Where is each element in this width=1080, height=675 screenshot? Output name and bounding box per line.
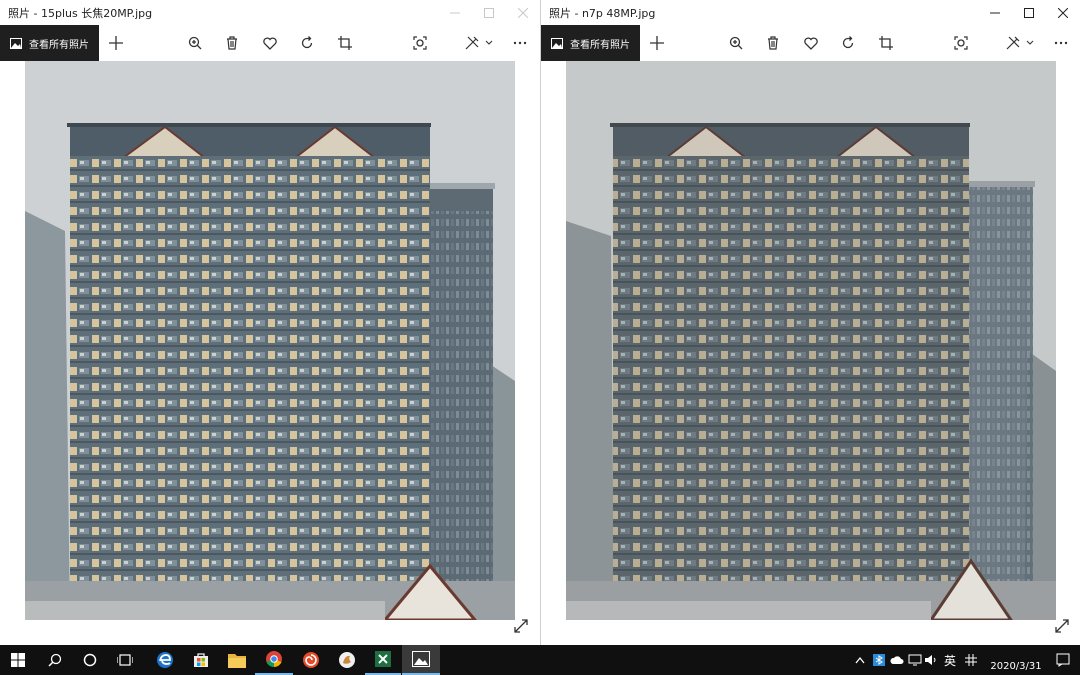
edge-icon[interactable] (147, 645, 183, 675)
photos-window-right: 照片 - n7p 48MP.jpg 查看所有照片 (540, 0, 1080, 645)
photo-image[interactable] (566, 61, 1056, 620)
view-all-label: 查看所有照片 (29, 39, 89, 51)
rotate-icon[interactable] (834, 29, 862, 57)
search-icon[interactable] (38, 645, 72, 675)
store-icon[interactable] (183, 645, 219, 675)
edit-icon[interactable] (1003, 29, 1037, 57)
favorite-icon[interactable] (797, 29, 825, 57)
windows-logo-icon (11, 653, 25, 667)
delete-icon[interactable] (759, 29, 787, 57)
watermark: 值 什么值得买 (911, 632, 1071, 645)
more-icon[interactable] (506, 29, 534, 57)
volume-icon[interactable] (922, 645, 940, 675)
rotate-icon[interactable] (293, 29, 321, 57)
keyboard-grid-icon[interactable] (962, 645, 980, 675)
caption-buttons (438, 0, 540, 25)
cortana-icon[interactable] (73, 645, 107, 675)
more-icon[interactable] (1047, 29, 1075, 57)
photo-image[interactable] (25, 61, 515, 620)
clock-date[interactable]: 2020/3/31 (986, 645, 1046, 675)
zoom-icon[interactable] (722, 29, 750, 57)
enhance-icon[interactable] (947, 29, 975, 57)
ime-indicator[interactable]: 英 (940, 645, 960, 675)
excel-icon[interactable] (365, 645, 401, 675)
window-title: 照片 - 15plus 长焦20MP.jpg (8, 6, 153, 20)
view-all-photos-button[interactable]: 查看所有照片 (541, 25, 640, 61)
photos-window-left: 照片 - 15plus 长焦20MP.jpg 查看所有照片 (0, 0, 540, 645)
file-explorer-icon[interactable] (219, 645, 255, 675)
enhance-icon[interactable] (406, 29, 434, 57)
title-bar[interactable]: 照片 - 15plus 长焦20MP.jpg (0, 0, 540, 25)
watermark-text: 值 什么值得买 (911, 633, 1032, 645)
photo-toolbar: 查看所有照片 (541, 25, 1080, 61)
minimize-button[interactable] (438, 0, 472, 25)
add-icon[interactable] (102, 29, 130, 57)
minimize-button[interactable] (978, 0, 1012, 25)
title-bar[interactable]: 照片 - n7p 48MP.jpg (541, 0, 1080, 25)
photos-app-icon[interactable] (402, 645, 440, 675)
favorite-icon[interactable] (256, 29, 284, 57)
taskbar: 英 2020/3/31 (0, 645, 1080, 675)
add-icon[interactable] (643, 29, 671, 57)
view-all-label: 查看所有照片 (570, 39, 630, 51)
crop-icon[interactable] (331, 29, 359, 57)
chrome-icon[interactable] (255, 645, 293, 675)
close-button[interactable] (506, 0, 540, 25)
caption-buttons (978, 0, 1080, 25)
bird-app-icon[interactable] (329, 645, 365, 675)
maximize-button[interactable] (472, 0, 506, 25)
show-hidden-icons-icon[interactable] (852, 645, 868, 675)
swirl-app-icon[interactable] (293, 645, 329, 675)
crop-icon[interactable] (872, 29, 900, 57)
delete-icon[interactable] (218, 29, 246, 57)
close-button[interactable] (1046, 0, 1080, 25)
edit-icon[interactable] (462, 29, 496, 57)
task-view-icon[interactable] (108, 645, 142, 675)
bluetooth-icon[interactable] (870, 645, 888, 675)
image-icon (551, 37, 563, 49)
fullscreen-icon[interactable] (513, 618, 529, 634)
image-icon (10, 37, 22, 49)
photo-toolbar: 查看所有照片 (0, 25, 540, 61)
start-button[interactable] (0, 645, 36, 675)
view-all-photos-button[interactable]: 查看所有照片 (0, 25, 99, 61)
cloud-icon[interactable] (888, 645, 906, 675)
window-title: 照片 - n7p 48MP.jpg (549, 6, 656, 20)
notification-icon[interactable] (1050, 645, 1076, 675)
maximize-button[interactable] (1012, 0, 1046, 25)
zoom-icon[interactable] (181, 29, 209, 57)
